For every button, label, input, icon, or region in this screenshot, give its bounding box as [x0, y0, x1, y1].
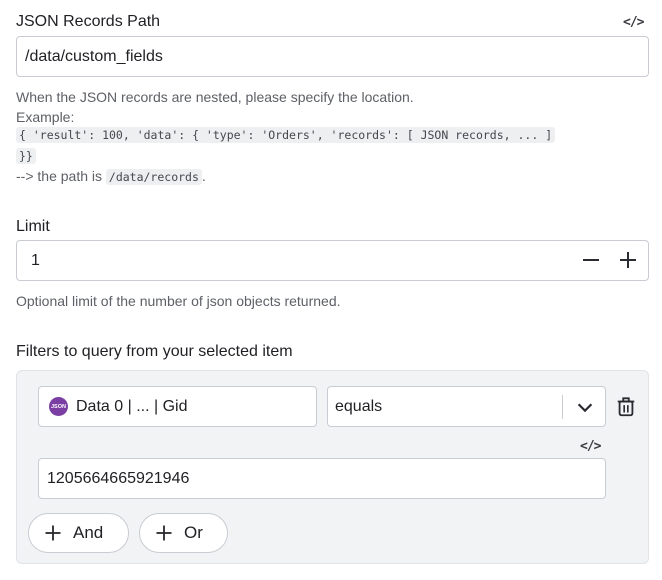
trash-icon: [617, 397, 635, 417]
minus-icon: [583, 259, 599, 261]
records-path-path-hint: --> the path is /data/records.: [16, 166, 206, 187]
json-badge-icon: JSON: [49, 397, 68, 416]
path-hint-suffix: .: [201, 168, 206, 184]
records-path-value: /data/custom_fields: [25, 47, 163, 65]
limit-label: Limit: [16, 218, 50, 235]
filter-value-code-toggle-icon[interactable]: </>: [580, 439, 602, 454]
add-or-filter-button[interactable]: Or: [139, 513, 228, 553]
filter-value-input[interactable]: 1205664665921946: [38, 458, 606, 499]
records-path-code-toggle-icon[interactable]: </>: [623, 15, 645, 30]
plus-icon: [45, 525, 61, 541]
json-badge-text: JSON: [51, 403, 66, 410]
limit-stepper[interactable]: 1: [16, 240, 649, 281]
filter-value: 1205664665921946: [47, 469, 190, 487]
records-path-label: JSON Records Path: [16, 13, 161, 30]
plus-icon: [620, 252, 636, 268]
records-path-input[interactable]: /data/custom_fields: [16, 36, 649, 77]
filter-operator-value: equals: [335, 397, 383, 415]
limit-hint: Optional limit of the number of json obj…: [16, 293, 341, 309]
and-label: And: [73, 523, 104, 542]
limit-value: 1: [31, 251, 40, 269]
chevron-down-icon: [577, 403, 593, 413]
increment-button[interactable]: [616, 248, 640, 272]
records-path-example-code-line1: { 'result': 100, 'data': { 'type': 'Orde…: [16, 127, 556, 143]
records-path-hint: When the JSON records are nested, please…: [16, 89, 414, 105]
delete-filter-button[interactable]: [615, 395, 637, 419]
decrement-button[interactable]: [579, 248, 603, 272]
records-path-example-label: Example:: [16, 109, 75, 125]
filter-operator-select[interactable]: equals: [327, 386, 606, 427]
path-hint-code: /data/records: [105, 169, 202, 185]
path-hint-prefix: --> the path is: [16, 168, 102, 184]
filter-field-value: Data 0 | ... | Gid: [76, 397, 188, 415]
example-code-chip-1: { 'result': 100, 'data': { 'type': 'Orde…: [16, 127, 556, 143]
add-and-filter-button[interactable]: And: [28, 513, 129, 553]
records-path-example-code-line2: }}: [16, 148, 36, 164]
filter-field-select[interactable]: JSON Data 0 | ... | Gid: [38, 386, 317, 427]
filter-panel: JSON Data 0 | ... | Gid equals </> 12056…: [16, 370, 649, 564]
select-divider: [562, 395, 563, 419]
plus-icon: [156, 525, 172, 541]
example-code-chip-2: }}: [16, 148, 36, 164]
filters-label: Filters to query from your selected item: [16, 343, 293, 360]
or-label: Or: [184, 523, 203, 542]
